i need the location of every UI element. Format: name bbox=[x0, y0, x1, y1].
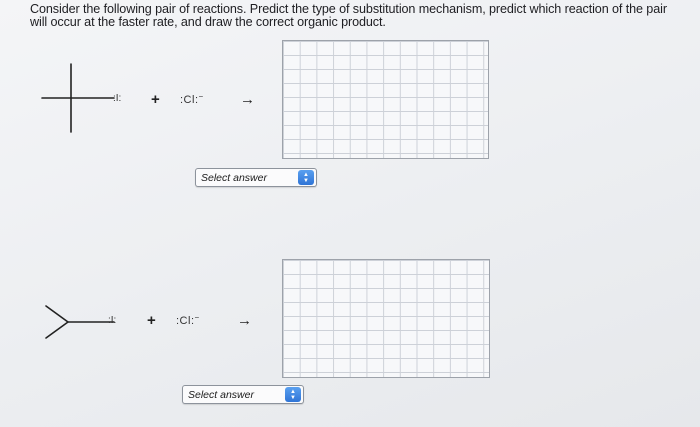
nucleophile-symbol: :Cl: bbox=[176, 315, 195, 327]
mechanism-select[interactable]: Select answer ▲ ▼ bbox=[182, 385, 304, 404]
reaction-arrow: → bbox=[240, 91, 255, 108]
reactant-tert-butyl-iodide bbox=[41, 63, 115, 133]
reaction-arrow: → bbox=[237, 312, 252, 329]
leaving-group-iodine: :I: bbox=[108, 315, 117, 326]
mechanism-select[interactable]: Select answer ▲ ▼ bbox=[195, 168, 317, 187]
select-value: Select answer bbox=[188, 388, 254, 401]
up-down-chevron-icon[interactable]: ▲ ▼ bbox=[285, 387, 301, 402]
product-drawing-canvas[interactable] bbox=[282, 40, 489, 159]
chevron-down-icon: ▼ bbox=[303, 177, 309, 184]
nucleophile-charge: − bbox=[198, 92, 204, 101]
reactant-isobutyl-iodide bbox=[45, 305, 115, 339]
plus-sign: + bbox=[151, 91, 160, 108]
nucleophile-chloride: :Cl:− bbox=[180, 92, 204, 106]
nucleophile-charge: − bbox=[194, 313, 200, 322]
plus-sign: + bbox=[147, 312, 156, 329]
leaving-group-iodine: :I: bbox=[113, 93, 122, 104]
product-drawing-canvas[interactable] bbox=[282, 259, 490, 378]
nucleophile-chloride: :Cl:− bbox=[176, 313, 200, 327]
up-down-chevron-icon[interactable]: ▲ ▼ bbox=[298, 170, 314, 185]
select-value: Select answer bbox=[201, 171, 267, 184]
chevron-down-icon: ▼ bbox=[290, 394, 296, 401]
nucleophile-symbol: :Cl: bbox=[180, 94, 199, 106]
question-text: Consider the following pair of reactions… bbox=[30, 2, 667, 29]
